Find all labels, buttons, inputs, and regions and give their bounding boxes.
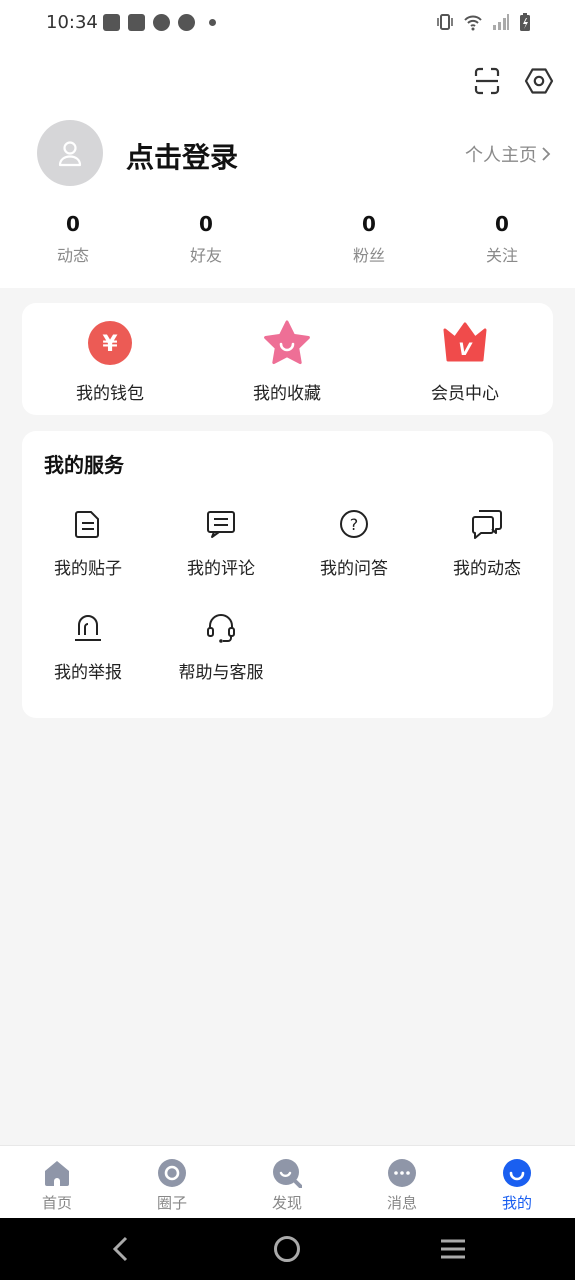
profile-link-label: 个人主页 [465,145,537,166]
stat-friends[interactable]: 0 好友 [166,212,246,266]
app-notification-icon [153,14,170,31]
my-reports-button[interactable]: 我的举报 [33,612,143,683]
back-button[interactable] [105,1233,137,1265]
more-notifications-icon [209,19,216,26]
signal-icon [493,14,509,30]
profile-icon [502,1158,532,1188]
my-posts-button[interactable]: 我的贴子 [33,508,143,579]
system-nav-bar [0,1218,575,1280]
services-card: 我的服务 我的贴子 我的评论 ? 我的问答 我的动态 我的举报 帮助与客服 [22,431,553,718]
svg-text:¥: ¥ [102,332,118,357]
message-icon [387,1158,417,1188]
profile-header: 点击登录 个人主页 0 动态 0 好友 0 粉丝 0 关注 [0,48,575,288]
recent-apps-button[interactable] [437,1233,469,1265]
stat-label: 关注 [485,246,518,265]
nav-label: 消息 [386,1194,417,1212]
favorites-button[interactable]: 我的收藏 [227,319,347,404]
chevron-right-icon [542,147,551,161]
home-circle-icon [274,1236,300,1262]
my-activity-button[interactable]: 我的动态 [432,508,542,579]
help-service-label: 帮助与客服 [178,663,264,683]
nav-home[interactable]: 首页 [17,1158,97,1213]
headset-icon [205,612,237,644]
services-title: 我的服务 [44,453,124,477]
vip-center-button[interactable]: V 会员中心 [405,319,525,404]
svg-text:?: ? [350,515,359,534]
bottom-nav: 首页 圈子 发现 消息 我的 [0,1145,575,1218]
my-comments-button[interactable]: 我的评论 [166,508,276,579]
wallet-label: 我的钱包 [76,384,144,404]
favorites-label: 我的收藏 [253,384,321,404]
back-icon [112,1236,128,1262]
nav-label: 发现 [271,1194,302,1212]
wallet-button[interactable]: ¥ 我的钱包 [50,319,170,404]
settings-button[interactable] [524,66,554,96]
system-status-icons [436,12,531,32]
quick-actions-card: ¥ 我的钱包 我的收藏 V 会员中心 [22,303,553,415]
notification-icons [103,14,216,31]
wallet-yen-icon: ¥ [86,319,134,367]
nav-mine[interactable]: 我的 [477,1158,557,1213]
wifi-icon [464,15,482,31]
my-qa-label: 我的问答 [320,559,388,579]
stat-value: 0 [66,212,80,236]
vip-center-label: 会员中心 [431,384,499,404]
stat-value: 0 [495,212,509,236]
favorite-star-icon [263,319,311,367]
nav-label: 圈子 [156,1194,187,1212]
shopping-bag-icon [128,14,145,31]
settings-icon [524,68,554,94]
question-icon: ? [338,508,370,540]
profile-link[interactable]: 个人主页 [465,141,551,167]
stat-fans[interactable]: 0 粉丝 [329,212,409,266]
nav-label: 我的 [501,1194,532,1212]
user-icon [58,141,82,167]
nav-messages[interactable]: 消息 [362,1158,442,1213]
chat-bubbles-icon [471,508,503,540]
svg-text:V: V [458,340,473,360]
nav-discover[interactable]: 发现 [247,1158,327,1213]
my-qa-button[interactable]: ? 我的问答 [299,508,409,579]
menu-icon [441,1239,465,1259]
comment-icon [205,508,237,540]
home-icon [42,1158,72,1188]
battery-icon [520,13,530,31]
stat-value: 0 [199,212,213,236]
nav-circle[interactable]: 圈子 [132,1158,212,1213]
stat-label: 好友 [189,246,222,265]
scan-icon [474,67,500,95]
stat-label: 动态 [56,246,89,265]
app-notification-icon [178,14,195,31]
my-posts-label: 我的贴子 [54,559,122,579]
status-time: 10:34 [46,12,98,33]
stat-following[interactable]: 0 关注 [462,212,542,266]
vibrate-icon [437,14,453,30]
stat-label: 粉丝 [352,246,385,265]
my-activity-label: 我的动态 [453,559,521,579]
document-icon [72,508,104,540]
avatar[interactable] [37,120,103,186]
scan-button[interactable] [472,66,502,96]
help-service-button[interactable]: 帮助与客服 [166,612,276,683]
login-button[interactable]: 点击登录 [126,136,238,176]
vip-crown-icon: V [441,319,489,367]
home-button[interactable] [271,1233,303,1265]
shopping-bag-icon [103,14,120,31]
status-bar: 10:34 [0,0,575,48]
circle-icon [157,1158,187,1188]
nav-label: 首页 [41,1194,72,1212]
my-reports-label: 我的举报 [54,663,122,683]
stat-value: 0 [362,212,376,236]
stat-posts[interactable]: 0 动态 [33,212,113,266]
report-icon [72,612,104,644]
my-comments-label: 我的评论 [187,559,255,579]
discover-icon [272,1158,302,1188]
